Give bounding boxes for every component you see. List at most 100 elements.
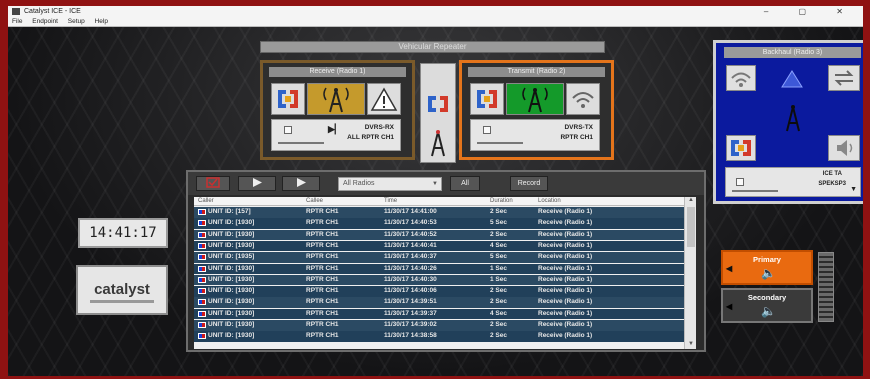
arrow-left-icon: ◀ [726, 264, 733, 273]
backhaul-volume-track [732, 190, 778, 192]
receive-volume-slider[interactable] [284, 126, 292, 134]
wifi-icon[interactable] [726, 65, 756, 91]
routing-icon[interactable] [424, 92, 452, 121]
routing-icon[interactable] [470, 83, 504, 115]
menu-endpoint[interactable]: Endpoint [32, 18, 58, 25]
cell-caller: UNIT ID: [1930] [208, 332, 255, 340]
cell-caller: UNIT ID: [1930] [208, 264, 255, 272]
cell-callee: RPTR CH1 [306, 275, 339, 283]
scrollbar-thumb[interactable] [687, 207, 695, 247]
cell-callee: RPTR CH1 [306, 230, 339, 238]
speaker-icon: 🔈 [761, 266, 776, 280]
chevron-down-icon[interactable]: ▼ [850, 186, 857, 193]
backhaul-radio-title: Backhaul (Radio 3) [724, 47, 861, 58]
warning-icon[interactable] [367, 83, 401, 115]
window-controls[interactable]: – ▢ ✕ [764, 6, 857, 17]
transmit-control-strip: DVRS-TX RPTR CH1 [470, 119, 600, 151]
arrow-left-icon: ◀ [726, 302, 733, 311]
backhaul-channel-line1: ICE TA [822, 171, 842, 177]
cell-time: 11/30/17 14:40:52 [384, 230, 437, 238]
cell-duration: 4 Sec [490, 241, 507, 249]
col-location[interactable]: Location [538, 198, 561, 204]
cell-caller: UNIT ID: [1930] [208, 287, 255, 295]
table-row[interactable]: UNIT ID: [1930] RPTR CH1 11/30/17 14:40:26… [194, 263, 684, 274]
table-row[interactable]: UNIT ID: [1930] RPTR CH1 11/30/17 14:39:37… [194, 308, 684, 320]
cell-location: Receive (Radio 1) [538, 275, 593, 283]
cell-location: Receive (Radio 1) [538, 332, 593, 340]
table-row[interactable]: UNIT ID: [1935] RPTR CH1 11/30/17 14:40:37… [194, 252, 684, 263]
table-row[interactable]: UNIT ID: [1930] RPTR CH1 11/30/17 14:38:58… [194, 331, 684, 342]
cell-duration: 5 Sec [490, 219, 507, 227]
all-button[interactable]: All [450, 176, 480, 191]
col-time[interactable]: Time [384, 198, 397, 204]
routing-icon[interactable] [271, 83, 305, 115]
unit-flag-icon [198, 288, 206, 295]
cell-caller: UNIT ID: [1930] [208, 230, 255, 238]
transmit-volume-slider[interactable] [483, 126, 491, 134]
table-row[interactable]: UNIT ID: [1930] RPTR CH1 11/30/17 14:40:30… [194, 274, 684, 286]
cell-time: 11/30/17 14:40:41 [384, 241, 437, 249]
tower-icon [506, 83, 564, 115]
chevron-down-icon: ▼ [432, 181, 438, 187]
cell-duration: 1 Sec [490, 275, 507, 283]
table-row[interactable]: UNIT ID: [1930] RPTR CH1 11/30/17 14:40:06… [194, 286, 684, 297]
check-icon[interactable] [196, 176, 230, 191]
log-table-header: Caller Callee Time Duration Location [194, 197, 684, 206]
unit-flag-icon [198, 299, 206, 306]
play-icon[interactable] [282, 176, 320, 191]
cell-callee: RPTR CH1 [306, 309, 339, 317]
speaker-icon[interactable] [828, 135, 860, 161]
workspace: Vehicular Repeater Receive (Radio 1) ▶▏ … [8, 27, 863, 376]
cell-duration: 2 Sec [490, 332, 507, 340]
col-duration[interactable]: Duration [490, 198, 513, 204]
log-scrollbar[interactable]: ▲ ▼ [684, 197, 696, 349]
cell-caller: UNIT ID: [1930] [208, 275, 255, 283]
table-row[interactable]: UNIT ID: [1930] RPTR CH1 11/30/17 14:39:02… [194, 320, 684, 331]
title-bar: Catalyst ICE - ICE – ▢ ✕ [8, 6, 863, 17]
table-row[interactable]: UNIT ID: [1930] RPTR CH1 11/30/17 14:40:52… [194, 229, 684, 241]
cell-time: 11/30/17 14:39:51 [384, 298, 437, 306]
backhaul-control-strip: ICE TA SPEKSP3 ▼ [725, 167, 861, 197]
record-button[interactable]: Record [510, 176, 548, 191]
table-row[interactable]: UNIT ID: [1930] RPTR CH1 11/30/17 14:40:41… [194, 240, 684, 252]
cell-callee: RPTR CH1 [306, 298, 339, 306]
backhaul-volume-slider[interactable] [736, 178, 744, 186]
routing-icon[interactable] [726, 135, 756, 161]
chevron-down-icon[interactable]: ▼ [685, 341, 697, 349]
menu-setup[interactable]: Setup [68, 18, 85, 25]
tower-icon [307, 83, 365, 115]
secondary-button[interactable]: ◀ Secondary 🔈 [721, 288, 813, 323]
receive-radio-panel[interactable]: Receive (Radio 1) ▶▏ DVRS-RX ALL RPTR CH… [260, 60, 415, 160]
primary-button[interactable]: ◀ Primary 🔈 [721, 250, 813, 285]
unit-flag-icon [198, 220, 206, 227]
col-callee[interactable]: Callee [306, 198, 323, 204]
swap-icon[interactable] [828, 65, 860, 91]
app-window: Catalyst ICE - ICE – ▢ ✕ File Endpoint S… [8, 6, 863, 376]
receive-channel-line2: ALL RPTR CH1 [347, 134, 394, 141]
cell-duration: 2 Sec [490, 230, 507, 238]
unit-flag-icon [198, 322, 206, 328]
table-row[interactable]: UNIT ID: [157] RPTR CH1 11/30/17 14:41:00 2… [194, 207, 684, 218]
wifi-icon[interactable] [566, 83, 600, 115]
cell-caller: UNIT ID: [1930] [208, 309, 255, 317]
unit-flag-icon [198, 242, 206, 249]
chevron-up-icon[interactable]: ▲ [685, 197, 697, 205]
menu-file[interactable]: File [12, 18, 22, 25]
col-caller[interactable]: Caller [198, 198, 214, 204]
radio-filter-select[interactable]: All Radios ▼ [338, 177, 442, 191]
primary-label: Primary [753, 255, 781, 264]
transmit-radio-panel[interactable]: Transmit (Radio 2) DVRS-TX RPTR CH1 [459, 60, 614, 160]
table-row[interactable]: UNIT ID: [1930] RPTR CH1 11/30/17 14:39:51… [194, 297, 684, 308]
receive-volume-track [278, 142, 324, 144]
menu-help[interactable]: Help [95, 18, 108, 25]
tower-icon [780, 103, 806, 138]
table-row[interactable]: UNIT ID: [1930] RPTR CH1 11/30/17 14:40:53… [194, 218, 684, 229]
repeater-link-column [420, 63, 456, 163]
logo-text: catalyst [94, 281, 150, 298]
backhaul-radio-panel[interactable]: Backhaul (Radio 3) ICE TA SPEKSP3 ▼ [713, 40, 863, 204]
unit-flag-icon [198, 265, 206, 272]
play-skip-icon[interactable]: ▶▏ [328, 124, 342, 135]
play-icon[interactable] [238, 176, 276, 191]
catalyst-logo: catalyst [76, 265, 168, 315]
transmit-channel-line1: DVRS-TX [564, 124, 593, 131]
